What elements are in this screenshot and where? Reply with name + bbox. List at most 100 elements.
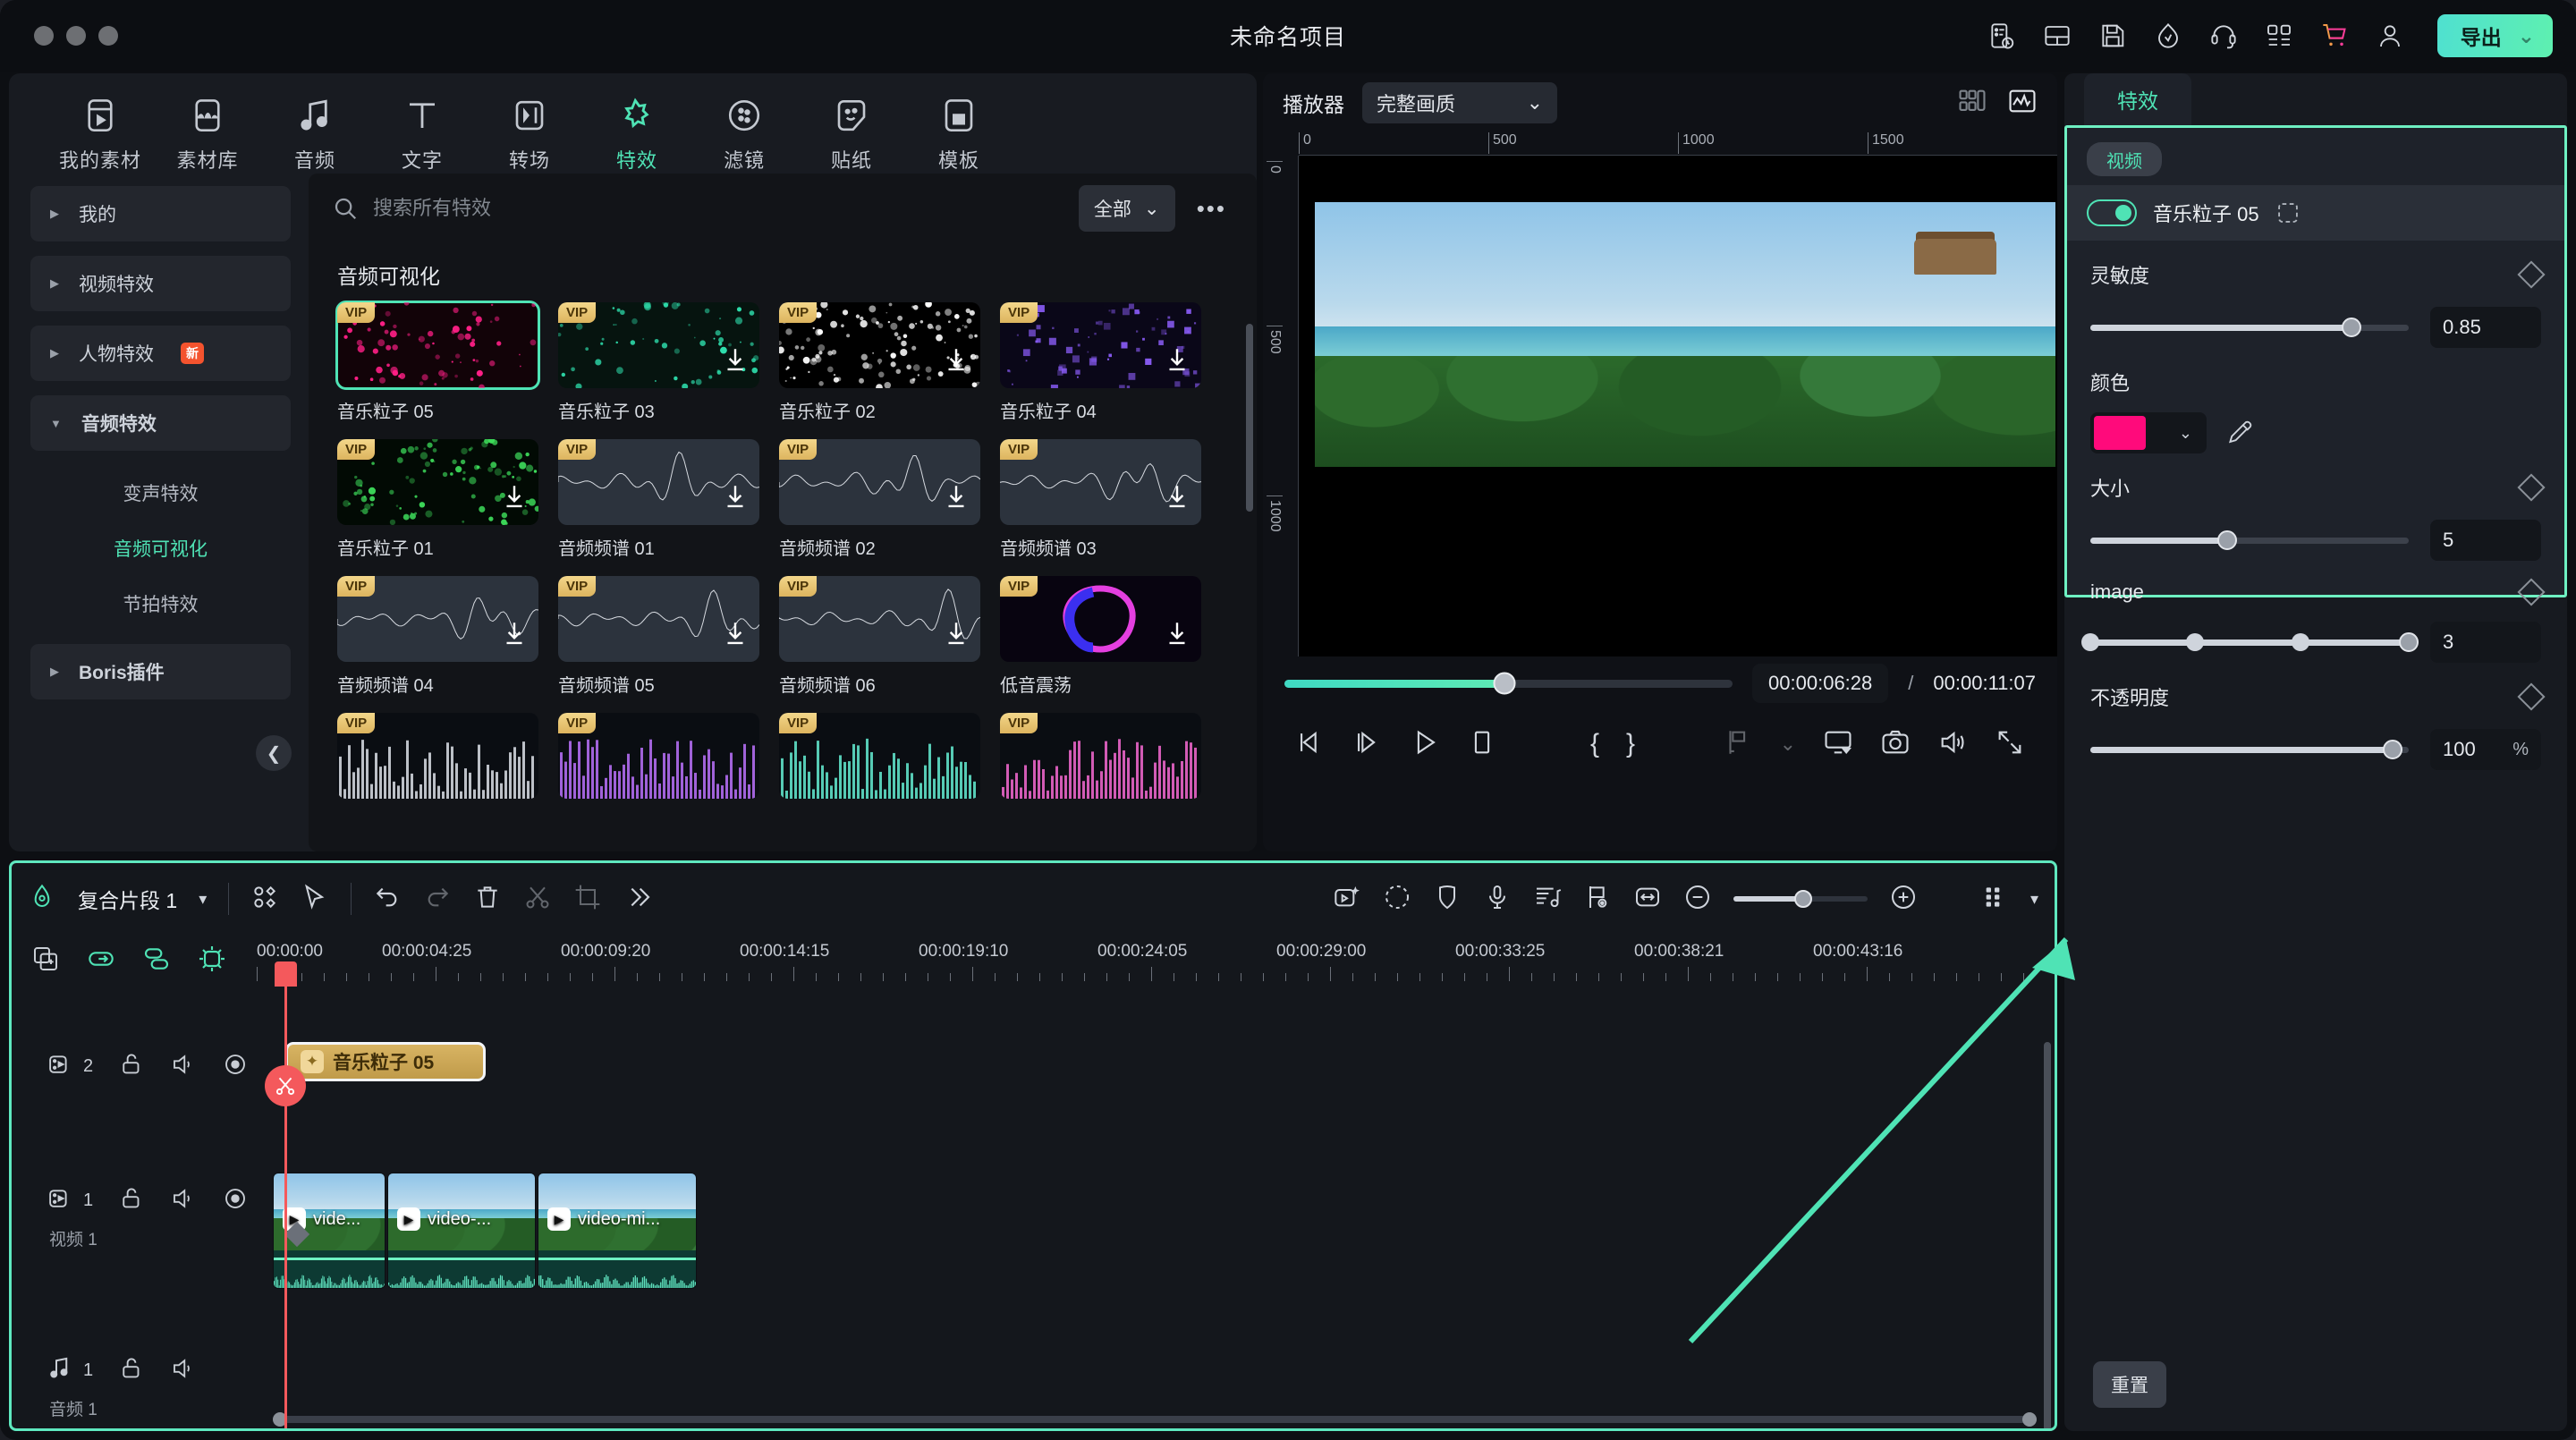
notes-clock-icon[interactable] [1987, 21, 2017, 51]
waveform-monitor-icon[interactable] [2007, 86, 2038, 121]
record-screen-icon[interactable] [1383, 883, 1411, 916]
close-button[interactable] [34, 26, 54, 46]
effects-scrollbar[interactable] [1246, 324, 1253, 512]
grid-select-icon[interactable] [250, 883, 279, 916]
play-icon[interactable] [1410, 727, 1440, 762]
opacity-slider[interactable] [2090, 747, 2409, 753]
subcategory-audio-visualization[interactable]: 音频可视化 [30, 521, 291, 576]
opacity-value[interactable]: 100 % [2430, 729, 2541, 770]
group-icon[interactable] [142, 944, 171, 978]
keyframe-icon[interactable] [2517, 473, 2545, 501]
preview-canvas[interactable] [1299, 156, 2057, 656]
tab-sticker[interactable]: 贴纸 [798, 91, 905, 174]
fit-timeline-icon[interactable] [1633, 883, 1662, 916]
unlock-icon[interactable] [118, 1355, 145, 1386]
player-progress-slider[interactable] [1284, 680, 1733, 688]
tab-my-media[interactable]: 我的素材 [47, 91, 154, 174]
speed-cloud-icon[interactable] [2153, 21, 2183, 51]
eye-icon[interactable] [222, 1185, 249, 1216]
eye-icon[interactable] [222, 1051, 249, 1082]
chevron-down-icon[interactable]: ▾ [199, 890, 207, 909]
chevron-down-icon[interactable]: ▾ [2030, 890, 2038, 909]
more-options-button[interactable]: ••• [1190, 195, 1233, 223]
timeline-ruler[interactable]: 00:00:00 00:00:04:25 00:00:09:20 00:00:1… [273, 935, 2055, 987]
effect-card[interactable]: VIP音频频谱 05 [558, 576, 759, 697]
tab-text[interactable]: 文字 [369, 91, 476, 174]
category-audio-effects[interactable]: ▼ 音频特效 [30, 395, 291, 451]
save-icon[interactable] [2097, 21, 2128, 51]
layout-icon[interactable] [2042, 21, 2072, 51]
window-controls[interactable] [34, 26, 118, 46]
auto-cut-icon[interactable] [1333, 883, 1361, 916]
keyframe-icon[interactable] [2517, 578, 2545, 606]
split-view-icon[interactable] [1957, 86, 1987, 121]
delete-icon[interactable] [473, 883, 502, 916]
apps-grid-icon[interactable] [2264, 21, 2294, 51]
effect-card[interactable]: VIP音乐粒子 02 [779, 302, 980, 423]
tab-effects[interactable]: 特效 [583, 91, 691, 174]
split-scissors-icon[interactable] [523, 883, 552, 916]
fullscreen-icon[interactable] [1995, 727, 2025, 762]
chevron-down-icon[interactable]: ⌄ [2518, 24, 2535, 48]
crop-icon[interactable] [573, 883, 602, 916]
timeline-vertical-scrollbar[interactable] [2044, 1042, 2051, 1431]
subcategory-voice-change[interactable]: 变声特效 [30, 465, 291, 521]
snap-icon[interactable] [198, 944, 226, 978]
effect-card[interactable]: VIP音乐粒子 03 [558, 302, 759, 423]
next-frame-icon[interactable] [1352, 727, 1383, 762]
voiceover-mic-icon[interactable] [1483, 883, 1512, 916]
download-icon[interactable] [720, 619, 750, 649]
download-icon[interactable] [1162, 619, 1192, 649]
progress-knob[interactable] [1493, 673, 1515, 695]
prev-frame-icon[interactable] [1295, 727, 1326, 762]
download-icon[interactable] [499, 482, 530, 512]
effect-card[interactable]: VIP [337, 713, 538, 799]
category-video-effects[interactable]: ▶ 视频特效 [30, 256, 291, 311]
unlock-icon[interactable] [118, 1051, 145, 1082]
effect-card[interactable]: VIP音频频谱 06 [779, 576, 980, 697]
video-clip[interactable]: ▶video-mi... [538, 1173, 697, 1289]
category-my[interactable]: ▶ 我的 [30, 186, 291, 241]
split-at-playhead-button[interactable] [265, 1065, 306, 1106]
effect-card[interactable]: VIP音频频谱 03 [1000, 439, 1201, 560]
tab-transition[interactable]: 转场 [476, 91, 583, 174]
effect-card[interactable]: VIP音乐粒子 05 [337, 302, 538, 423]
download-icon[interactable] [1162, 482, 1192, 512]
unlock-icon[interactable] [118, 1185, 145, 1216]
volume-icon[interactable] [170, 1051, 197, 1082]
color-select[interactable]: ⌄ [2090, 412, 2207, 453]
track-lane[interactable]: ▶vide... ▶video-... ▶video-mi... [273, 1173, 2055, 1343]
undo-icon[interactable] [373, 883, 402, 916]
add-track-icon[interactable] [31, 944, 60, 978]
image-value[interactable]: 3 [2430, 622, 2541, 663]
mask-shield-icon[interactable] [1433, 883, 1462, 916]
tab-filter[interactable]: 滤镜 [691, 91, 798, 174]
zoom-in-icon[interactable] [1889, 883, 1918, 916]
track-lane[interactable]: ✦ 音乐粒子 05 [273, 1038, 2055, 1173]
timeline-zoom-slider[interactable] [1733, 896, 1868, 902]
category-boris-plugins[interactable]: ▶ Boris插件 [30, 644, 291, 699]
effects-scroll-area[interactable]: 音频可视化 VIP音乐粒子 05VIP音乐粒子 03VIP音乐粒子 02VIP音… [309, 243, 1257, 851]
stop-icon[interactable] [1467, 727, 1497, 762]
effect-card[interactable]: VIP [1000, 713, 1201, 799]
crop-marquee-icon[interactable] [2275, 200, 2301, 225]
video-clip[interactable]: ▶video-... [387, 1173, 536, 1289]
volume-icon[interactable] [1937, 727, 1968, 762]
marker-icon[interactable] [1583, 883, 1612, 916]
playhead-handle[interactable] [275, 961, 297, 987]
keyframe-icon[interactable] [2517, 682, 2545, 710]
video-pill[interactable]: 视频 [2087, 142, 2162, 176]
tab-template[interactable]: 模板 [905, 91, 1013, 174]
size-slider[interactable] [2090, 538, 2409, 544]
effect-clip[interactable]: ✦ 音乐粒子 05 [285, 1042, 486, 1081]
maximize-button[interactable] [98, 26, 118, 46]
download-icon[interactable] [720, 345, 750, 376]
link-icon[interactable] [87, 944, 115, 978]
filter-select[interactable]: 全部 ⌄ [1079, 185, 1175, 232]
mark-in-icon[interactable]: { [1590, 729, 1599, 759]
user-account-icon[interactable] [2375, 21, 2405, 51]
download-icon[interactable] [941, 619, 971, 649]
collapse-sidebar-button[interactable]: ❮ [256, 735, 292, 771]
quality-select[interactable]: 完整画质 ⌄ [1362, 82, 1557, 123]
screen-cast-icon[interactable] [1823, 727, 1853, 762]
